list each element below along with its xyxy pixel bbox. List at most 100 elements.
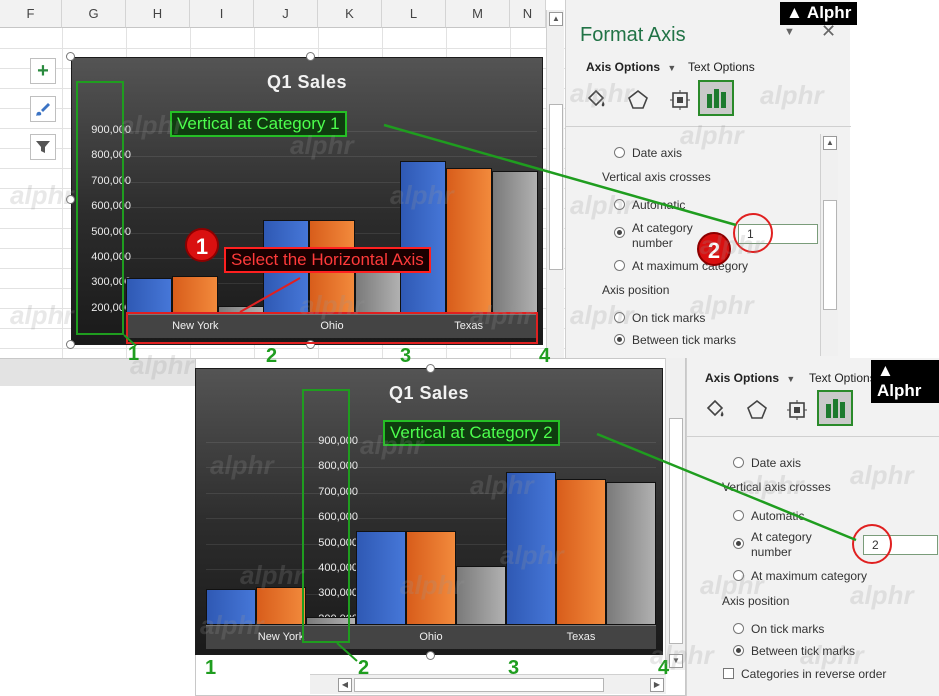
radio-button[interactable] <box>614 199 625 210</box>
size-properties-tab[interactable] <box>779 392 815 428</box>
date-axis-option[interactable]: Date axis <box>614 146 682 160</box>
scroll-thumb[interactable] <box>823 200 837 310</box>
bar[interactable] <box>491 171 538 314</box>
between-tick-marks-option[interactable]: Between tick marks <box>733 644 855 658</box>
bar[interactable] <box>356 530 406 625</box>
scroll-up-arrow-icon[interactable]: ▲ <box>549 12 563 26</box>
chart-resize-handle[interactable] <box>306 52 315 61</box>
at-maximum-category-option[interactable]: At maximum category <box>733 569 867 583</box>
radio-button-selected[interactable] <box>614 334 625 345</box>
radio-button[interactable] <box>614 260 625 271</box>
automatic-option[interactable]: Automatic <box>733 509 804 523</box>
chart-elements-button[interactable]: + <box>30 58 56 84</box>
bar[interactable] <box>256 586 306 625</box>
bar[interactable] <box>206 589 256 625</box>
column-header-k[interactable]: K <box>318 0 382 28</box>
logo-text: Alphr <box>877 381 922 400</box>
bar[interactable] <box>172 275 219 314</box>
fill-line-tab[interactable] <box>697 392 733 428</box>
chart-resize-handle[interactable] <box>426 364 435 373</box>
column-header-n[interactable]: N <box>510 0 546 28</box>
chart-q1-sales-top[interactable]: Q1 Sales 200,000 300,000 400,000 500,000 600… <box>71 57 543 345</box>
step-1-marker: 1 <box>185 228 219 262</box>
scroll-thumb[interactable] <box>549 104 563 270</box>
bar[interactable] <box>606 482 656 625</box>
automatic-label: Automatic <box>751 509 805 523</box>
pentagon-icon <box>747 399 767 419</box>
column-header-l[interactable]: L <box>382 0 446 28</box>
bar[interactable] <box>399 161 446 314</box>
tab-axis-options-label: Axis Options <box>586 60 661 74</box>
categories-reverse-option[interactable]: Categories in reverse order <box>723 667 886 681</box>
tab-text-options[interactable]: Text Options <box>809 371 876 385</box>
radio-button[interactable] <box>733 570 744 581</box>
at-category-number-option[interactable]: At category number <box>733 530 812 560</box>
tab-text-options[interactable]: Text Options <box>688 60 755 74</box>
chart-resize-handle[interactable] <box>66 52 75 61</box>
column-header-m[interactable]: M <box>446 0 510 28</box>
scroll-thumb[interactable] <box>354 678 604 692</box>
radio-button[interactable] <box>733 510 744 521</box>
size-properties-tab[interactable] <box>662 82 698 118</box>
axis-options-tab[interactable] <box>817 390 853 426</box>
tab-axis-options[interactable]: Axis Options ▼ <box>705 371 795 385</box>
scroll-down-arrow-icon[interactable]: ▼ <box>669 654 683 668</box>
scroll-right-arrow-icon[interactable]: ▶ <box>650 678 664 692</box>
bar[interactable] <box>556 478 606 625</box>
column-header-h[interactable]: H <box>126 0 190 28</box>
column-header-g[interactable]: G <box>62 0 126 28</box>
between-tick-marks-option[interactable]: Between tick marks <box>614 333 736 347</box>
panel-options-dropdown[interactable]: ▼ <box>784 26 795 38</box>
axis-options-tab[interactable] <box>698 80 734 116</box>
checkbox[interactable] <box>723 668 734 679</box>
date-axis-option[interactable]: Date axis <box>733 456 801 470</box>
panel-scrollbar[interactable]: ▲ <box>820 134 838 356</box>
bar[interactable] <box>456 566 506 625</box>
plus-icon: + <box>37 60 49 82</box>
category-position-4: 4 <box>539 345 551 367</box>
automatic-option[interactable]: Automatic <box>614 198 685 212</box>
column-header-f[interactable]: F <box>0 0 62 28</box>
effects-tab[interactable] <box>620 82 656 118</box>
radio-button-selected[interactable] <box>733 645 744 656</box>
scroll-thumb[interactable] <box>669 418 683 644</box>
scroll-left-arrow-icon[interactable]: ◀ <box>338 678 352 692</box>
bar[interactable] <box>506 472 556 625</box>
scroll-up-arrow-icon[interactable]: ▲ <box>823 136 837 150</box>
column-header-j[interactable]: J <box>254 0 318 28</box>
bar[interactable] <box>126 278 173 314</box>
radio-button[interactable] <box>614 147 625 158</box>
axis-position-heading: Axis position <box>602 283 670 297</box>
at-category-number-option[interactable]: At category number <box>614 221 693 251</box>
at-maximum-category-option[interactable]: At maximum category <box>614 259 748 273</box>
chevron-down-icon: ▼ <box>667 63 677 73</box>
chart-resize-handle[interactable] <box>66 195 75 204</box>
vertical-axis-crosses-heading: Vertical axis crosses <box>602 170 711 184</box>
chart-filters-button[interactable] <box>30 134 56 160</box>
grid-row-line <box>0 48 565 49</box>
effects-tab[interactable] <box>739 392 775 428</box>
on-tick-marks-option[interactable]: On tick marks <box>733 622 824 636</box>
bar[interactable] <box>406 530 456 625</box>
chart-resize-handle[interactable] <box>426 651 435 660</box>
sheet-vertical-scrollbar-bottom[interactable]: ▼ <box>665 358 685 670</box>
radio-button[interactable] <box>733 457 744 468</box>
plot-area[interactable]: 200,000300,000400,000500,000600,000700,0… <box>91 118 538 338</box>
chart-q1-sales-bottom[interactable]: Q1 Sales 200,000300,000400,000500,000600… <box>195 368 663 655</box>
chart-title[interactable]: Q1 Sales <box>72 72 542 93</box>
sheet-vertical-scrollbar[interactable]: ▲ <box>546 10 564 358</box>
radio-button-selected[interactable] <box>733 538 744 549</box>
bar[interactable] <box>445 167 492 314</box>
radio-button[interactable] <box>614 312 625 323</box>
fill-line-tab[interactable] <box>578 82 614 118</box>
chart-styles-button[interactable] <box>30 96 56 122</box>
on-tick-marks-option[interactable]: On tick marks <box>614 311 705 325</box>
plot-area[interactable]: 200,000300,000400,000500,000600,000700,0… <box>206 429 656 649</box>
tab-axis-options[interactable]: Axis Options ▼ <box>586 60 676 74</box>
column-header-i[interactable]: I <box>190 0 254 28</box>
chart-resize-handle[interactable] <box>66 340 75 349</box>
radio-button[interactable] <box>733 623 744 634</box>
grid-column-line <box>62 28 63 358</box>
chart-title[interactable]: Q1 Sales <box>196 383 662 404</box>
radio-button-selected[interactable] <box>614 227 625 238</box>
